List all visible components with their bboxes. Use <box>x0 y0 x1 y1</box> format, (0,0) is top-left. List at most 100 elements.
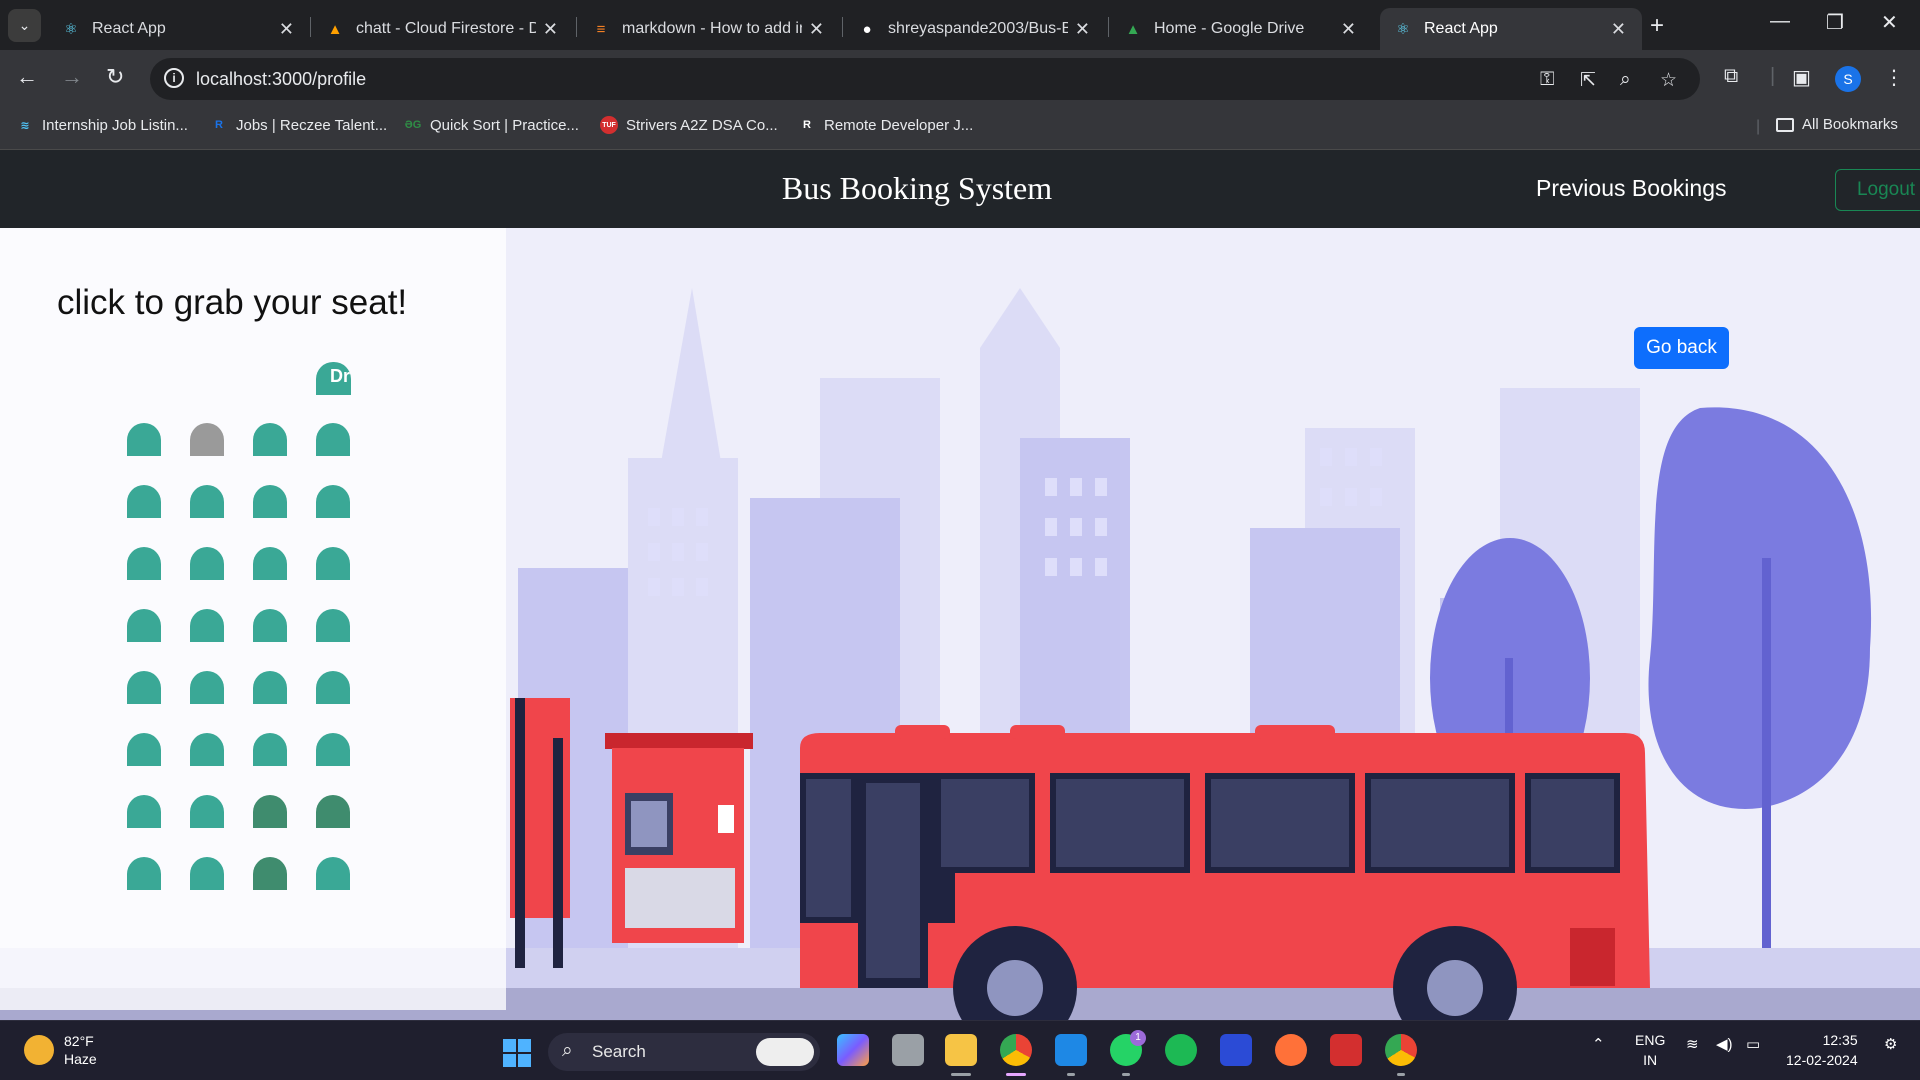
previous-bookings-link[interactable]: Previous Bookings <box>1536 175 1727 202</box>
profile-avatar[interactable]: S <box>1835 66 1861 92</box>
task-view-icon[interactable] <box>892 1034 924 1066</box>
seat-5-1[interactable] <box>127 671 161 704</box>
weather-widget[interactable]: 82°F Haze <box>24 1032 97 1068</box>
tab-google-drive[interactable]: ▲ Home - Google Drive ✕ <box>1110 8 1372 50</box>
file-explorer-icon[interactable] <box>945 1034 977 1066</box>
seat-8-2[interactable] <box>190 857 224 890</box>
bookmark-item[interactable]: R Jobs | Reczee Talent... <box>210 116 387 134</box>
seat-4-2[interactable] <box>190 609 224 642</box>
firebase-icon: ▲ <box>327 20 343 38</box>
go-back-button[interactable]: Go back <box>1634 327 1729 369</box>
spotify-icon[interactable] <box>1165 1034 1197 1066</box>
back-icon[interactable]: ← <box>16 64 38 90</box>
seat-8-1[interactable] <box>127 857 161 890</box>
password-key-icon[interactable]: ⚿ <box>1540 69 1554 91</box>
seat-1-4[interactable] <box>316 423 350 456</box>
reload-icon[interactable]: ↻ <box>106 64 124 90</box>
seat-8-4[interactable] <box>316 857 350 890</box>
tab-separator <box>576 17 577 37</box>
logout-button[interactable]: Logout <box>1835 169 1920 211</box>
firefox-icon[interactable] <box>1275 1034 1307 1066</box>
seat-5-3[interactable] <box>253 671 287 704</box>
taskbar-search[interactable]: ⌕ Search <box>548 1033 820 1071</box>
seat-3-2[interactable] <box>190 547 224 580</box>
seat-3-4[interactable] <box>316 547 350 580</box>
close-icon[interactable]: ✕ <box>543 19 558 40</box>
seat-3-1[interactable] <box>127 547 161 580</box>
tab-separator <box>1108 17 1109 37</box>
volume-icon[interactable]: ◀) <box>1716 1035 1733 1053</box>
restore-icon[interactable]: ❐ <box>1826 10 1844 35</box>
seat-6-3[interactable] <box>253 733 287 766</box>
tab-firestore[interactable]: ▲ chatt - Cloud Firestore - Da ✕ <box>312 8 574 50</box>
google-drive-icon: ▲ <box>1125 20 1141 38</box>
extensions-icon[interactable]: ⧉ <box>1724 65 1738 88</box>
tab-github[interactable]: ● shreyaspande2003/Bus-Bo ✕ <box>844 8 1106 50</box>
zoom-icon[interactable]: ⌕ <box>1620 69 1631 91</box>
open-in-app-icon[interactable]: ⇱ <box>1580 69 1596 92</box>
close-icon[interactable]: ✕ <box>809 19 824 40</box>
seat-7-2[interactable] <box>190 795 224 828</box>
seat-6-4[interactable] <box>316 733 350 766</box>
notifications-icon[interactable]: ⚙ <box>1884 1035 1897 1053</box>
windows-start-icon[interactable] <box>503 1039 531 1067</box>
seat-1-1[interactable] <box>127 423 161 456</box>
minimize-icon[interactable]: — <box>1770 10 1790 33</box>
seat-5-4[interactable] <box>316 671 350 704</box>
bookmark-item[interactable]: ƏG Quick Sort | Practice... <box>404 116 579 134</box>
seat-4-1[interactable] <box>127 609 161 642</box>
copilot-pre-icon[interactable] <box>837 1034 869 1066</box>
tab-markdown[interactable]: ≡ markdown - How to add im ✕ <box>578 8 840 50</box>
tab-title: chatt - Cloud Firestore - Da <box>356 20 536 37</box>
battery-icon[interactable]: ▭ <box>1746 1035 1760 1053</box>
system-clock[interactable]: 12:35 12-02-2024 <box>1786 1030 1858 1070</box>
url-text[interactable]: localhost:3000/profile <box>196 69 366 90</box>
seat-6-1[interactable] <box>127 733 161 766</box>
seat-7-1[interactable] <box>127 795 161 828</box>
seat-2-2[interactable] <box>190 485 224 518</box>
seat-5-2[interactable] <box>190 671 224 704</box>
acrobat-icon[interactable] <box>1330 1034 1362 1066</box>
search-label: Search <box>592 1042 646 1061</box>
site-info-icon[interactable]: i <box>164 68 184 88</box>
seat-8-3[interactable] <box>253 857 287 890</box>
close-icon[interactable]: ✕ <box>1341 19 1356 40</box>
seat-3-3[interactable] <box>253 547 287 580</box>
close-window-icon[interactable]: ✕ <box>1881 10 1898 35</box>
bookmark-item[interactable]: TUF Strivers A2Z DSA Co... <box>600 116 778 134</box>
address-bar[interactable]: i localhost:3000/profile ⚿ ⇱ ⌕ ☆ <box>150 58 1700 100</box>
bookmark-item[interactable]: R Remote Developer J... <box>798 116 973 134</box>
tab-react-app-active[interactable]: ⚛ React App ✕ <box>1380 8 1642 50</box>
seat-7-3[interactable] <box>253 795 287 828</box>
seat-4-3[interactable] <box>253 609 287 642</box>
browser-toolbar: ← → ↻ i localhost:3000/profile ⚿ ⇱ ⌕ ☆ ⧉… <box>0 50 1920 108</box>
close-icon[interactable]: ✕ <box>1611 19 1626 40</box>
side-panel-icon[interactable]: ▣ <box>1792 65 1811 90</box>
tab-react-app-1[interactable]: ⚛ React App ✕ <box>48 8 310 50</box>
wifi-icon[interactable]: ≋ <box>1686 1035 1699 1053</box>
chrome-profile-icon[interactable] <box>1385 1034 1417 1066</box>
new-tab-button[interactable]: + <box>1650 12 1664 40</box>
seat-1-3[interactable] <box>253 423 287 456</box>
menu-dots-icon[interactable]: ⋮ <box>1884 65 1904 90</box>
close-icon[interactable]: ✕ <box>1075 19 1090 40</box>
chrome-icon[interactable] <box>1000 1034 1032 1066</box>
copilot-icon[interactable] <box>756 1038 814 1066</box>
all-bookmarks-button[interactable]: All Bookmarks <box>1776 116 1898 133</box>
seat-1-2[interactable] <box>190 423 224 456</box>
seat-2-3[interactable] <box>253 485 287 518</box>
seat-2-1[interactable] <box>127 485 161 518</box>
vscode-icon[interactable] <box>1055 1034 1087 1066</box>
close-icon[interactable]: ✕ <box>279 19 294 40</box>
seat-6-2[interactable] <box>190 733 224 766</box>
unstop-icon[interactable] <box>1220 1034 1252 1066</box>
seat-7-4[interactable] <box>316 795 350 828</box>
tray-overflow-icon[interactable]: ⌃ <box>1592 1035 1605 1053</box>
bookmark-item[interactable]: ≋ Internship Job Listin... <box>16 116 188 134</box>
seat-2-4[interactable] <box>316 485 350 518</box>
forward-icon[interactable]: → <box>61 64 83 90</box>
language-indicator[interactable]: ENG IN <box>1635 1030 1665 1070</box>
seat-4-4[interactable] <box>316 609 350 642</box>
bookmark-star-icon[interactable]: ☆ <box>1660 69 1677 92</box>
tab-search-button[interactable]: ⌄ <box>8 9 41 42</box>
